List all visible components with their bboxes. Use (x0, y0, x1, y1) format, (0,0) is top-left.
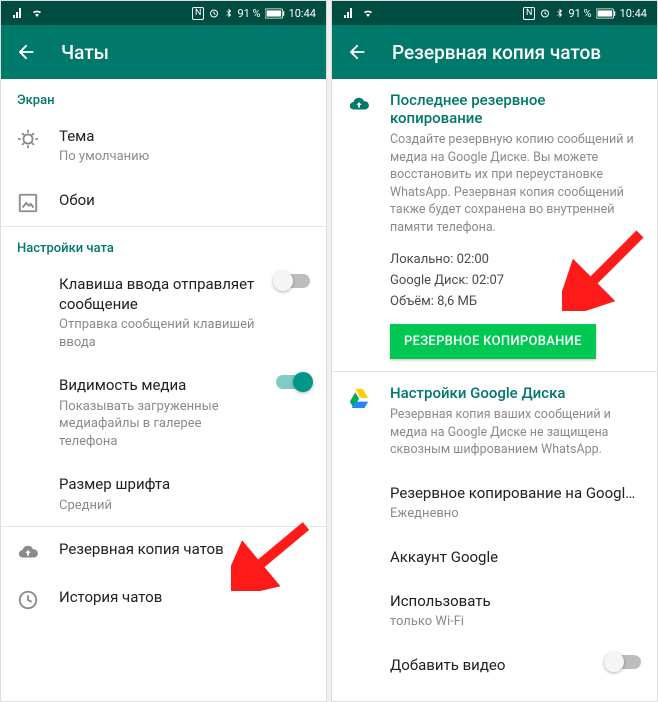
back-icon[interactable] (15, 41, 37, 63)
video-switch[interactable] (607, 655, 641, 669)
battery-icon (265, 8, 285, 19)
page-title: Резервная копия чатов (392, 41, 601, 64)
backup-now-button[interactable]: РЕЗЕРВНОЕ КОПИРОВАНИЕ (390, 324, 596, 359)
network-sub: только Wi-Fi (390, 613, 641, 631)
row-media-visibility[interactable]: Видимость медиа Показывать загруженные м… (1, 363, 326, 462)
status-bar: N 91 % 10:44 (332, 1, 657, 25)
account-title: Аккаунт Google (390, 547, 641, 567)
alarm-icon (208, 7, 220, 19)
backup-size: Объём: 8,6 МБ (390, 292, 641, 313)
app-bar: Чаты (1, 25, 326, 79)
wifi-icon (29, 7, 45, 19)
last-backup-section: Последнее резервное копирование Создайте… (332, 79, 657, 371)
row-wallpaper[interactable]: Обои (1, 178, 326, 226)
phone-left-chats-settings: N 91 % 10:44 Чаты Экран Тема По умолчани… (0, 0, 327, 702)
bluetooth-icon (555, 7, 564, 19)
phone-right-backup: N 91 % 10:44 Резервная копия чатов После… (331, 0, 658, 702)
wallpaper-title: Обои (59, 190, 310, 210)
row-theme[interactable]: Тема По умолчанию (1, 114, 326, 178)
signal-icon (11, 7, 25, 19)
backup-local: Локально: 02:00 (390, 250, 641, 271)
battery-percent: 91 % (568, 7, 591, 20)
theme-icon (17, 128, 39, 150)
history-icon (17, 589, 39, 611)
enter-send-switch[interactable] (276, 274, 310, 288)
row-include-video[interactable]: Добавить видео (332, 643, 657, 687)
status-bar: N 91 % 10:44 (1, 1, 326, 25)
media-vis-switch[interactable] (276, 375, 310, 389)
theme-title: Тема (59, 126, 310, 146)
network-title: Использовать (390, 591, 641, 611)
wallpaper-icon (17, 192, 39, 214)
last-backup-desc: Создайте резервную копию сообщений и мед… (390, 131, 641, 236)
enter-send-title: Клавиша ввода отправляет сообщение (59, 274, 256, 315)
status-time: 10:44 (620, 7, 647, 20)
nfc-icon: N (192, 7, 204, 20)
gdrive-desc: Резервная копия ваших сообщений и медиа … (390, 406, 641, 459)
media-vis-sub: Показывать загруженные медиафайлы в гале… (59, 398, 256, 451)
cloud-upload-icon (17, 541, 39, 563)
settings-list: Экран Тема По умолчанию Обои Настройки ч… (1, 79, 326, 701)
status-time: 10:44 (289, 7, 316, 20)
google-drive-icon (348, 386, 370, 408)
backup-title: Резервная копия чатов (59, 539, 310, 559)
row-font-size[interactable]: Размер шрифта Средний (1, 462, 326, 526)
backup-google: Google Диск: 02:07 (390, 271, 641, 292)
battery-icon (596, 8, 616, 19)
row-network[interactable]: Использовать только Wi-Fi (332, 579, 657, 643)
app-bar: Резервная копия чатов (332, 25, 657, 79)
row-account[interactable]: Аккаунт Google (332, 535, 657, 579)
row-backup[interactable]: Резервная копия чатов (1, 527, 326, 575)
enter-send-sub: Отправка сообщений клавишей ввода (59, 316, 256, 351)
theme-sub: По умолчанию (59, 148, 310, 166)
row-schedule[interactable]: Резервное копирование на Googl… Ежедневн… (332, 471, 657, 535)
video-title: Добавить видео (390, 655, 587, 675)
page-title: Чаты (61, 41, 109, 64)
backup-content: Последнее резервное копирование Создайте… (332, 79, 657, 701)
section-screen: Экран (1, 79, 326, 114)
schedule-sub: Ежедневно (390, 505, 641, 523)
nfc-icon: N (523, 7, 535, 20)
gdrive-settings-section: Настройки Google Диска Резервная копия в… (332, 372, 657, 471)
font-size-title: Размер шрифта (59, 474, 310, 494)
row-enter-send[interactable]: Клавиша ввода отправляет сообщение Отпра… (1, 262, 326, 364)
cloud-upload-icon (348, 93, 370, 115)
signal-icon (342, 7, 356, 19)
last-backup-heading: Последнее резервное копирование (390, 91, 641, 127)
gdrive-heading: Настройки Google Диска (390, 384, 641, 402)
battery-percent: 91 % (237, 7, 260, 20)
row-history[interactable]: История чатов (1, 575, 326, 623)
section-chat: Настройки чата (1, 227, 326, 262)
history-title: История чатов (59, 587, 310, 607)
bluetooth-icon (224, 7, 233, 19)
alarm-icon (539, 7, 551, 19)
schedule-title: Резервное копирование на Googl… (390, 483, 641, 503)
wifi-icon (360, 7, 376, 19)
media-vis-title: Видимость медиа (59, 375, 256, 395)
back-icon[interactable] (346, 41, 368, 63)
font-size-sub: Средний (59, 497, 310, 515)
